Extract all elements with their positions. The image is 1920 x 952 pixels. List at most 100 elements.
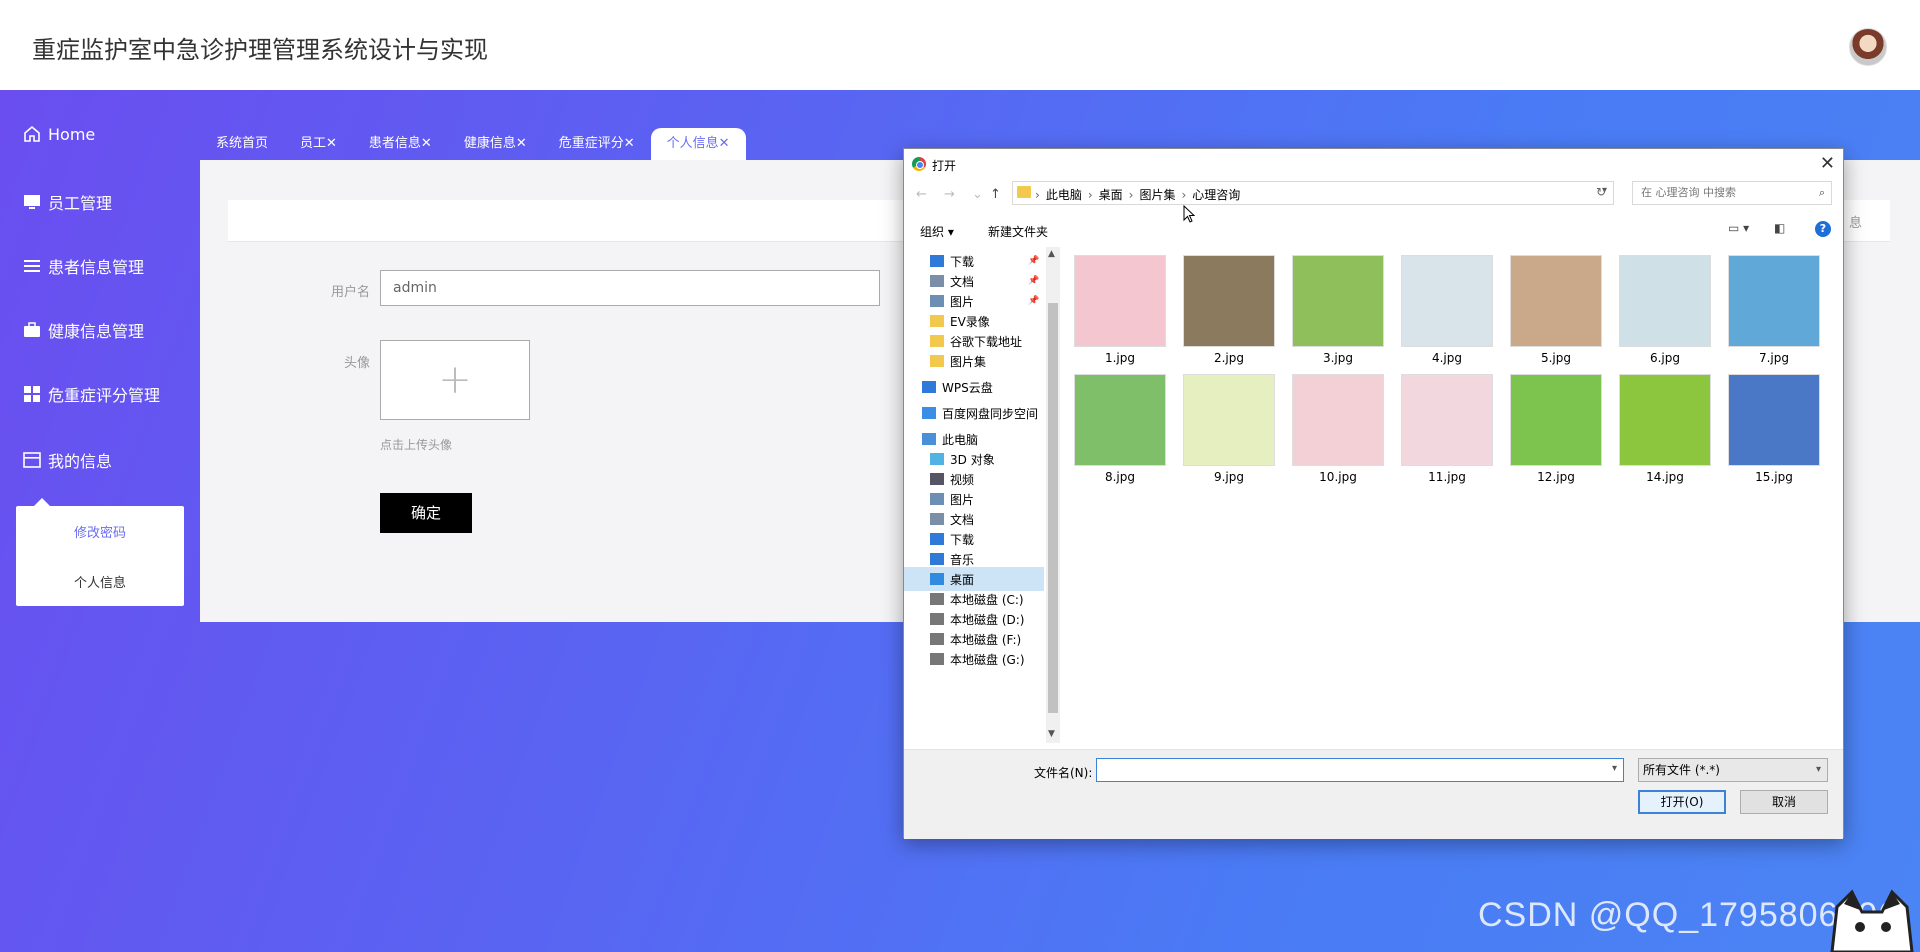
scroll-down-icon[interactable]: ▼ xyxy=(1048,729,1055,739)
file-item[interactable]: 5.jpg xyxy=(1510,255,1602,365)
scroll-thumb[interactable] xyxy=(1048,303,1058,713)
user-avatar[interactable] xyxy=(1849,28,1887,66)
file-item[interactable]: 15.jpg xyxy=(1728,374,1820,484)
tab-personal-info[interactable]: 个人信息✕ xyxy=(650,128,746,160)
tree-item[interactable]: 百度网盘同步空间 xyxy=(904,401,1038,425)
upload-hint: 点击上传头像 xyxy=(380,438,453,452)
tree-item[interactable]: WPS云盘 xyxy=(904,375,993,399)
organize-button[interactable]: 组织 ▾ xyxy=(920,223,954,240)
forward-icon[interactable]: → xyxy=(944,187,955,202)
tree-item-label: 音乐 xyxy=(950,552,975,567)
path-segment[interactable]: 图片集 xyxy=(1139,186,1175,203)
file-item[interactable]: 8.jpg xyxy=(1074,374,1166,484)
briefcase-icon xyxy=(22,320,42,340)
file-name: 5.jpg xyxy=(1540,351,1572,365)
file-item[interactable]: 4.jpg xyxy=(1401,255,1493,365)
tree-item[interactable]: 本地磁盘 (G:) xyxy=(904,647,1025,671)
filetype-select[interactable]: 所有文件 (*.*) ▾ xyxy=(1638,758,1828,782)
tab-patients[interactable]: 患者信息✕ xyxy=(353,128,448,160)
pin-icon: 📌 xyxy=(1028,276,1040,286)
image-thumbnail xyxy=(1074,374,1166,466)
file-item[interactable]: 12.jpg xyxy=(1510,374,1602,484)
username-label: 用户名 xyxy=(330,285,370,300)
tree-item-label: 百度网盘同步空间 xyxy=(942,406,1039,421)
tab-staff[interactable]: 员工✕ xyxy=(284,128,353,160)
file-item[interactable]: 3.jpg xyxy=(1292,255,1384,365)
search-input[interactable]: 在 心理咨询 中搜索 ⌕ xyxy=(1632,181,1832,205)
dialog-titlebar: 打开 ✕ xyxy=(904,149,1843,179)
pin-icon: 📌 xyxy=(1028,256,1040,266)
submit-button[interactable]: 确定 xyxy=(380,493,472,533)
submenu-change-password[interactable]: 修改密码 xyxy=(16,522,184,541)
open-button[interactable]: 打开(O) xyxy=(1638,790,1726,814)
filename-input[interactable]: ▾ xyxy=(1096,758,1624,782)
tree-item-label: 此电脑 xyxy=(942,432,979,447)
nav-scrollbar[interactable]: ▲ ▼ xyxy=(1046,247,1060,743)
sidebar-item-critical-score[interactable]: 危重症评分管理 xyxy=(22,382,160,406)
file-item[interactable]: 1.jpg xyxy=(1074,255,1166,365)
preview-pane-icon[interactable]: ◧ xyxy=(1774,221,1785,235)
new-folder-button[interactable]: 新建文件夹 xyxy=(988,223,1048,240)
cancel-button[interactable]: 取消 xyxy=(1740,790,1828,814)
window-icon xyxy=(22,450,42,470)
sidebar-item-my-info[interactable]: 我的信息 xyxy=(22,448,112,472)
sidebar-item-staff[interactable]: 员工管理 xyxy=(22,190,112,214)
drive-icon xyxy=(930,593,944,605)
tree-item-label: 图片 xyxy=(950,492,975,507)
view-options-icon[interactable]: ▭ ▾ xyxy=(1728,221,1749,235)
scroll-up-icon[interactable]: ▲ xyxy=(1048,249,1055,259)
image-thumbnail xyxy=(1510,374,1602,466)
drive-icon xyxy=(930,633,944,645)
tree-item[interactable]: 图片集 xyxy=(904,349,986,373)
file-item[interactable]: 9.jpg xyxy=(1183,374,1275,484)
username-field[interactable]: admin xyxy=(380,270,880,306)
up-icon[interactable]: ↑ xyxy=(990,187,1001,202)
file-item[interactable]: 14.jpg xyxy=(1619,374,1711,484)
path-segment[interactable]: 此电脑 xyxy=(1046,186,1082,203)
back-icon[interactable]: ← xyxy=(916,187,927,202)
refresh-icon[interactable]: ↻ xyxy=(1596,185,1606,199)
pictures-icon xyxy=(930,493,944,505)
plus-icon: + xyxy=(438,357,472,403)
tab-critical-score[interactable]: 危重症评分✕ xyxy=(543,128,651,160)
image-thumbnail xyxy=(1510,255,1602,347)
avatar-upload[interactable]: + xyxy=(380,340,530,420)
address-bar[interactable]: › 此电脑 › 桌面 › 图片集 › 心理咨询 ▾ xyxy=(1012,181,1614,205)
tree-item-label: 下载 xyxy=(950,532,975,547)
sidebar-item-health[interactable]: 健康信息管理 xyxy=(22,318,144,342)
chevron-down-icon[interactable]: ▾ xyxy=(1612,763,1617,774)
file-item[interactable]: 7.jpg xyxy=(1728,255,1820,365)
desktop-icon xyxy=(930,573,944,585)
file-item[interactable]: 2.jpg xyxy=(1183,255,1275,365)
tab-health[interactable]: 健康信息✕ xyxy=(448,128,543,160)
tree-item-label: 下载 xyxy=(950,254,975,269)
video-icon xyxy=(930,473,944,485)
folder-icon xyxy=(930,315,944,327)
tree-item-label: 本地磁盘 (F:) xyxy=(950,632,1022,647)
tab-home[interactable]: 系统首页 xyxy=(200,128,284,160)
sidebar-item-home[interactable]: Home xyxy=(22,124,95,144)
list-icon xyxy=(22,256,42,276)
close-icon[interactable]: ✕ xyxy=(1820,153,1835,174)
tree-item-label: WPS云盘 xyxy=(942,380,993,395)
file-item[interactable]: 10.jpg xyxy=(1292,374,1384,484)
filename-label: 文件名(N): xyxy=(1034,766,1093,780)
filetype-value: 所有文件 (*.*) xyxy=(1643,763,1720,777)
dialog-footer: 文件名(N): ▾ 所有文件 (*.*) ▾ 打开(O) 取消 xyxy=(904,749,1843,839)
tree-item-label: 3D 对象 xyxy=(950,452,995,467)
tree-item-label: 文档 xyxy=(950,274,975,289)
dialog-title: 打开 xyxy=(932,159,957,173)
sidebar-item-patients[interactable]: 患者信息管理 xyxy=(22,254,144,278)
path-segment[interactable]: 心理咨询 xyxy=(1192,186,1240,203)
help-icon[interactable]: ? xyxy=(1815,221,1831,237)
submenu-personal-info[interactable]: 个人信息 xyxy=(16,572,184,591)
document-icon xyxy=(930,513,944,525)
file-grid: 1.jpg 2.jpg 3.jpg 4.jpg 5.jpg 6.jpg 7.jpg 8.jpg… xyxy=(1074,255,1834,735)
my-info-submenu: 修改密码 个人信息 xyxy=(16,498,184,606)
file-item[interactable]: 11.jpg xyxy=(1401,374,1493,484)
path-segment[interactable]: 桌面 xyxy=(1099,186,1123,203)
sidebar-item-label: 患者信息管理 xyxy=(48,258,145,277)
recent-dropdown-icon[interactable]: ⌄ xyxy=(972,187,983,202)
file-item[interactable]: 6.jpg xyxy=(1619,255,1711,365)
3d-icon xyxy=(930,453,944,465)
